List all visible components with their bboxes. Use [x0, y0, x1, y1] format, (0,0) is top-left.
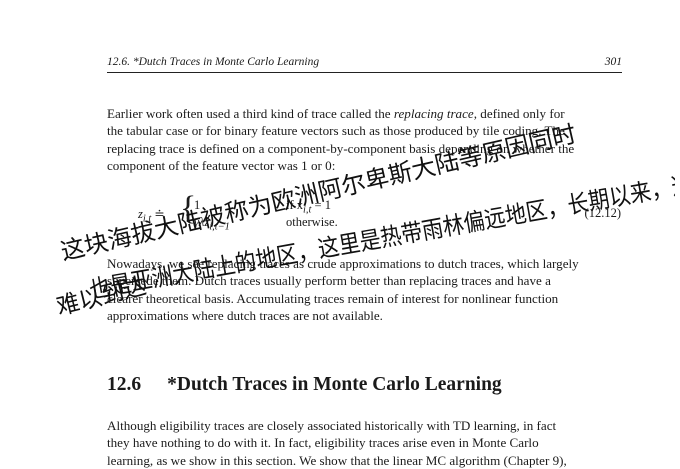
paragraph-line: Earlier work often used a third kind of … — [107, 105, 627, 122]
equation-subscript: i,t — [142, 213, 152, 225]
paragraph-line: the tabular case or for binary feature v… — [107, 123, 565, 139]
running-title: 12.6. *Dutch Traces in Monte Carlo Learn… — [107, 56, 320, 68]
equation-case-condition: if xi,t = 1 — [286, 198, 331, 216]
paragraph-section-intro: Although eligibility traces are closely … — [107, 417, 627, 469]
equation-lhs: zi,t ≐ — [138, 206, 165, 225]
section-title: *Dutch Traces in Monte Carlo Learning — [167, 374, 502, 395]
paragraph-line: component of the feature vector was 1 or… — [107, 157, 336, 173]
paragraph-line: clearer theoretical basis. Accumulating … — [107, 290, 559, 306]
equation-equals: ≐ — [154, 207, 165, 221]
paragraph-line: replacing trace is defined on a componen… — [107, 140, 575, 156]
text-run: Earlier work often used a third kind of … — [107, 106, 394, 121]
emphasized-term: replacing trace — [393, 106, 474, 121]
equation-symbol: = 1 — [311, 198, 331, 212]
paragraph-line: approximations where dutch traces are no… — [107, 307, 383, 323]
paragraph-line: supersede them. Dutch traces usually per… — [107, 273, 551, 289]
equation-case-value: 1 — [194, 198, 201, 212]
paragraph-line: they have nothing to do with it. In fact… — [107, 435, 539, 451]
equation-case-condition: otherwise. — [286, 215, 338, 229]
paragraph-line: Although eligibility traces are closely … — [107, 418, 557, 433]
section-heading: 12.6 *Dutch Traces in Monte Carlo Learnin… — [107, 374, 502, 396]
equation-symbol: γλz — [194, 215, 210, 229]
page-number: 301 — [604, 56, 622, 68]
paragraph-replacing-trace: Earlier work often used a third kind of … — [107, 105, 627, 174]
equation-case-value: γλzi,t−1 — [194, 215, 230, 233]
section-number: 12.6 — [107, 374, 142, 395]
equation-symbol: if x — [286, 198, 304, 212]
paragraph-line: learning, as we show in this section. We… — [107, 452, 567, 468]
paragraph-nowadays: Nowadays, we see replacing traces as cru… — [107, 255, 627, 324]
equation-number: (12.12) — [584, 206, 621, 220]
text-run: , defined only for — [473, 106, 565, 121]
equation-replacing-trace: zi,t ≐ { 1 γλzi,t−1 if xi,t = 1 otherwis… — [138, 192, 623, 233]
page-header: 12.6. *Dutch Traces in Monte Carlo Learn… — [107, 56, 622, 73]
paragraph-line: Nowadays, we see replacing traces as cru… — [107, 256, 579, 271]
equation-subscript: i,t−1 — [209, 221, 230, 233]
